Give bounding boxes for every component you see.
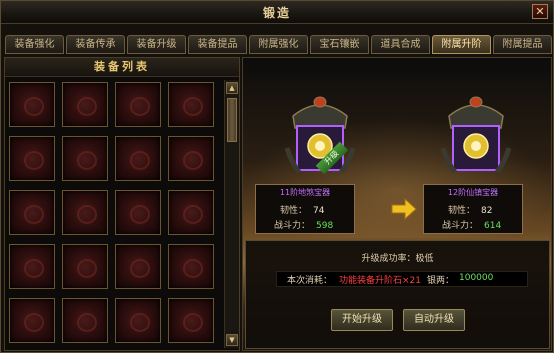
equipment-slot[interactable]	[168, 298, 214, 343]
next-relic-icon	[441, 96, 511, 174]
equipment-slot[interactable]	[115, 82, 161, 127]
equipment-slot[interactable]	[9, 298, 55, 343]
cost-label: 本次消耗：	[287, 276, 333, 286]
equipment-scrollbar[interactable]: ▲ ▼	[224, 80, 239, 348]
tab-equip-inherit[interactable]: 装备传承	[66, 35, 125, 54]
current-item-card: 11阶地煞宝器 韧性： 74 战斗力： 598	[255, 184, 355, 234]
equipment-slot[interactable]	[9, 136, 55, 181]
upgrade-info-box: 升级成功率：极低 本次消耗： 功能装备升阶石×21 银两： 100000 开始升…	[245, 240, 550, 349]
window-title: 锻造	[262, 6, 291, 20]
cost-value: 功能装备升阶石×21	[339, 276, 421, 286]
equipment-slot[interactable]	[168, 136, 214, 181]
current-power-value: 598	[316, 221, 334, 231]
close-icon: ✕	[535, 5, 545, 18]
auto-upgrade-button[interactable]: 自动升级	[403, 309, 465, 331]
equipment-slot[interactable]	[62, 136, 108, 181]
next-power-value: 614	[484, 221, 502, 231]
forge-window: 锻造 ✕ 装备强化 装备传承 装备升级 装备提品 附属强化 宝石镶嵌 道具合成 …	[0, 0, 554, 353]
silver-value: 100000	[459, 273, 494, 283]
tab-attach-enhance[interactable]: 附属强化	[249, 35, 308, 54]
next-toughness-label: 韧性：	[448, 206, 476, 216]
success-rate: 升级成功率：极低	[361, 254, 434, 264]
equipment-slot[interactable]	[62, 298, 108, 343]
equipment-slot[interactable]	[168, 190, 214, 235]
start-upgrade-button[interactable]: 开始升级	[331, 309, 393, 331]
scroll-down-arrow-icon[interactable]: ▼	[226, 334, 238, 346]
equipment-slot[interactable]	[115, 298, 161, 343]
equipment-slot[interactable]	[62, 190, 108, 235]
scroll-thumb[interactable]	[227, 98, 237, 142]
equipment-slot[interactable]	[168, 82, 214, 127]
current-power-label: 战斗力：	[274, 221, 311, 231]
next-power-label: 战斗力：	[442, 221, 479, 231]
next-power-row: 战斗力： 614	[442, 218, 501, 231]
current-toughness-value: 74	[313, 206, 325, 216]
equipment-slot[interactable]	[62, 244, 108, 289]
tab-item-compose[interactable]: 道具合成	[371, 35, 430, 54]
equipment-slot[interactable]	[9, 190, 55, 235]
tab-equip-quality[interactable]: 装备提品	[188, 35, 247, 54]
equipment-list-header: 装备列表	[5, 58, 239, 77]
title-bar: 锻造 ✕	[1, 1, 553, 24]
upgrade-arrow-icon	[391, 198, 417, 220]
equipment-slot[interactable]	[115, 190, 161, 235]
tab-attach-quality[interactable]: 附属提品	[493, 35, 552, 54]
scroll-up-arrow-icon[interactable]: ▲	[226, 82, 238, 94]
equipment-slot[interactable]	[9, 82, 55, 127]
next-toughness-row: 韧性： 82	[448, 203, 492, 216]
next-item-card: 12阶仙镇宝器 韧性： 82 战斗力： 614	[423, 184, 523, 234]
current-toughness-label: 韧性：	[280, 206, 308, 216]
equipment-slot[interactable]	[62, 82, 108, 127]
current-toughness-row: 韧性： 74	[280, 203, 324, 216]
cost-row: 本次消耗： 功能装备升阶石×21 银两： 100000	[276, 271, 528, 287]
silver-label: 银两：	[427, 276, 455, 286]
equipment-slot[interactable]	[115, 136, 161, 181]
tab-equip-enhance[interactable]: 装备强化	[5, 35, 64, 54]
equipment-slot[interactable]	[9, 244, 55, 289]
tab-gem-inlay[interactable]: 宝石镶嵌	[310, 35, 369, 54]
close-button[interactable]: ✕	[532, 4, 548, 19]
equipment-list-panel: 装备列表 ▲ ▼	[4, 57, 240, 351]
tab-equip-upgrade[interactable]: 装备升级	[127, 35, 186, 54]
current-power-row: 战斗力： 598	[274, 218, 333, 231]
tab-attach-rankup[interactable]: 附属升阶	[432, 35, 491, 54]
upgrade-panel: 升级 11阶地煞宝器 韧性： 74 战斗力： 598 12阶仙镇宝器 韧性： 82 战…	[242, 57, 552, 351]
next-item-name: 12阶仙镇宝器	[447, 188, 499, 197]
equipment-slot[interactable]	[115, 244, 161, 289]
next-toughness-value: 82	[481, 206, 493, 216]
equipment-slot[interactable]	[168, 244, 214, 289]
current-item-name: 11阶地煞宝器	[279, 188, 331, 197]
